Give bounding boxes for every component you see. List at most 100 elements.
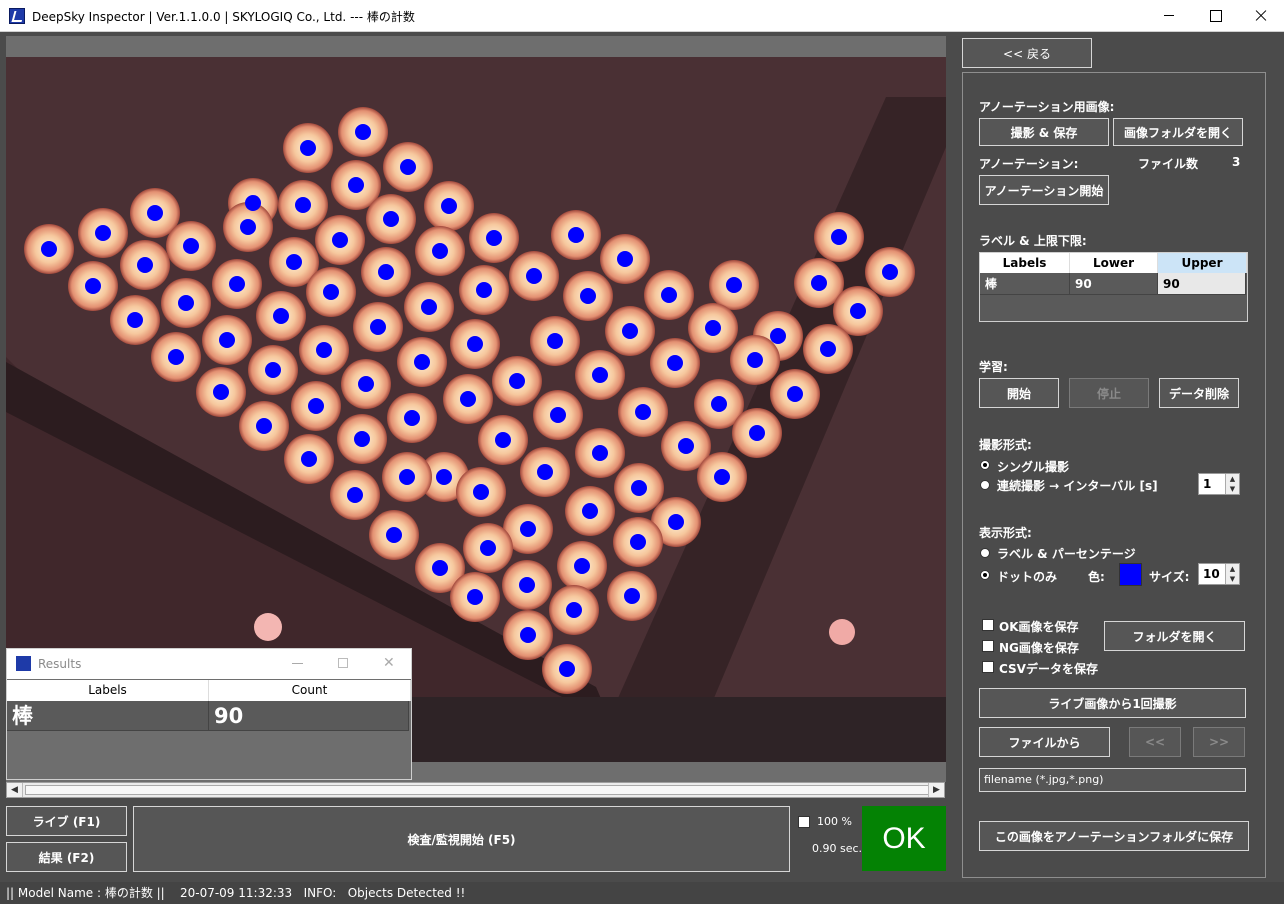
maximize-icon[interactable]	[1192, 0, 1238, 31]
detection-dot	[441, 198, 457, 214]
open-folder-button[interactable]: フォルダを開く	[1104, 621, 1245, 651]
detection-dot	[473, 484, 489, 500]
label-limits-table[interactable]: Labels Lower Upper 棒 90 90	[979, 252, 1248, 322]
detection-dot	[668, 514, 684, 530]
detection-dot	[460, 391, 476, 407]
label-table-cell-label[interactable]: 棒	[980, 273, 1070, 295]
detection-dot	[229, 276, 245, 292]
detection-dot	[168, 349, 184, 365]
detection-dot	[467, 336, 483, 352]
detection-dot	[400, 159, 416, 175]
detection-dot	[580, 288, 596, 304]
detection-dot	[256, 418, 272, 434]
detection-dot	[308, 398, 324, 414]
detection-dot	[592, 445, 608, 461]
save-csv-checkbox[interactable]	[982, 661, 994, 673]
next-file-button[interactable]: >>	[1193, 727, 1245, 757]
capture-save-button[interactable]: 撮影 & 保存	[979, 118, 1109, 146]
results-col-count: Count	[209, 680, 411, 701]
size-value: 10	[1203, 567, 1220, 581]
label-table-cell-lower[interactable]: 90	[1070, 273, 1158, 295]
elapsed-time: 0.90 sec.	[812, 842, 863, 855]
scroll-right-icon[interactable]: ▶	[928, 783, 944, 797]
detection-dot	[547, 333, 563, 349]
detection-dot	[831, 229, 847, 245]
results-window[interactable]: Results ✕ Labels Count 棒 90	[6, 648, 412, 780]
detection-dot	[770, 328, 786, 344]
continuous-capture-label: 連続撮影 → インターバル [s]	[997, 479, 1158, 493]
close-icon[interactable]	[1238, 0, 1284, 31]
prev-file-button[interactable]: <<	[1129, 727, 1181, 757]
results-col-labels: Labels	[7, 680, 209, 701]
light-reflection	[829, 619, 855, 645]
results-minimize-icon[interactable]	[292, 663, 303, 664]
continuous-capture-radio[interactable]	[980, 480, 990, 490]
dot-color-swatch[interactable]	[1119, 563, 1142, 586]
learn-stop-button[interactable]: 停止	[1069, 378, 1149, 408]
label-percentage-radio[interactable]	[980, 548, 990, 558]
detection-dot	[574, 558, 590, 574]
live-button[interactable]: ライブ (F1)	[6, 806, 127, 836]
detection-dot	[41, 241, 57, 257]
detection-dot	[559, 661, 575, 677]
back-button[interactable]: << 戻る	[962, 38, 1092, 68]
open-image-folder-button[interactable]: 画像フォルダを開く	[1113, 118, 1243, 146]
save-ng-checkbox[interactable]	[982, 640, 994, 652]
results-close-icon[interactable]: ✕	[383, 655, 395, 671]
detection-dot	[436, 469, 452, 485]
label-table-col-labels: Labels	[980, 253, 1070, 273]
learn-start-button[interactable]: 開始	[979, 378, 1059, 408]
detection-dot	[480, 540, 496, 556]
detection-dot	[622, 323, 638, 339]
detection-dot	[370, 319, 386, 335]
detection-dot	[520, 521, 536, 537]
horizontal-scrollbar[interactable]: ◀ ▶	[6, 782, 945, 798]
detection-dot	[273, 308, 289, 324]
detection-dot	[566, 602, 582, 618]
scroll-thumb[interactable]	[25, 785, 929, 795]
detection-dot	[183, 238, 199, 254]
save-to-annotation-button[interactable]: この画像をアノーテーションフォルダに保存	[979, 821, 1249, 851]
status-bar: || Model Name : 棒の計数 || 20-07-09 11:32:3…	[0, 882, 1284, 904]
results-maximize-icon[interactable]	[338, 658, 348, 668]
detection-dot	[383, 211, 399, 227]
results-logo-icon	[16, 656, 31, 671]
size-spinner[interactable]: 10 ▲ ▼	[1198, 563, 1240, 585]
detection-dot	[85, 278, 101, 294]
zoom-checkbox[interactable]	[798, 816, 810, 828]
start-annotation-button[interactable]: アノーテーション開始	[979, 175, 1109, 205]
detection-dot	[301, 451, 317, 467]
from-file-button[interactable]: ファイルから	[979, 727, 1110, 757]
label-table-cell-upper[interactable]: 90	[1158, 273, 1246, 295]
minimize-icon[interactable]	[1146, 0, 1192, 31]
result-button[interactable]: 結果 (F2)	[6, 842, 127, 872]
dot-only-radio[interactable]	[980, 570, 990, 580]
detection-dot	[286, 254, 302, 270]
delete-data-button[interactable]: データ削除	[1159, 378, 1239, 408]
capture-once-button[interactable]: ライブ画像から1回撮影	[979, 688, 1246, 718]
save-ok-checkbox[interactable]	[982, 619, 994, 631]
detection-dot	[526, 268, 542, 284]
annotation-heading: アノーテーション:	[979, 157, 1079, 171]
label-limits-heading: ラベル & 上限下限:	[979, 234, 1087, 248]
single-capture-radio[interactable]	[980, 460, 990, 470]
detection-dot	[332, 232, 348, 248]
size-label: サイズ:	[1149, 570, 1190, 584]
results-title: Results	[38, 657, 82, 671]
detection-dot	[624, 588, 640, 604]
scroll-left-icon[interactable]: ◀	[7, 783, 23, 797]
detection-dot	[355, 124, 371, 140]
detection-dot	[404, 410, 420, 426]
detection-dot	[705, 320, 721, 336]
spinner-arrows-icon[interactable]: ▲ ▼	[1225, 474, 1239, 494]
detection-dot	[635, 404, 651, 420]
detection-dot	[811, 275, 827, 291]
detection-dot	[414, 354, 430, 370]
interval-spinner[interactable]: 1 ▲ ▼	[1198, 473, 1240, 495]
filename-field[interactable]: filename (*.jpg,*.png)	[979, 768, 1246, 792]
spinner-arrows-icon[interactable]: ▲ ▼	[1225, 564, 1239, 584]
inspect-start-button[interactable]: 検査/監視開始 (F5)	[133, 806, 790, 872]
detection-dot	[537, 464, 553, 480]
single-capture-label: シングル撮影	[997, 460, 1070, 474]
detection-dot	[820, 341, 836, 357]
